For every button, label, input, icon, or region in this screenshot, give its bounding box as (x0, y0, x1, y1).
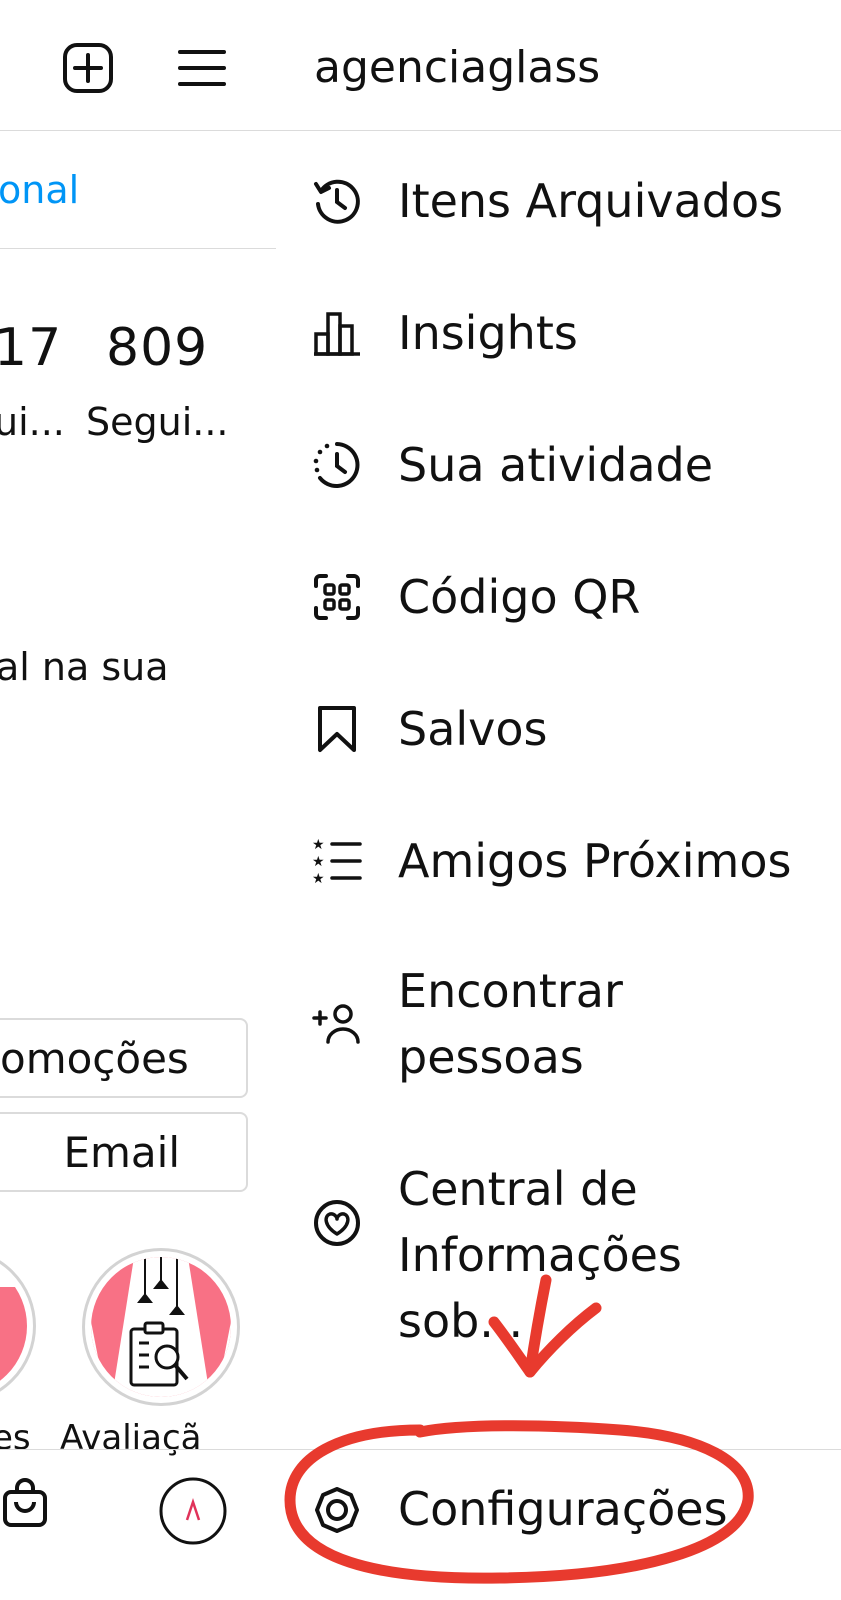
followers-count[interactable]: 17 (0, 318, 62, 378)
menu-item-label: Código QR (398, 570, 641, 624)
menu-item-archive[interactable]: Itens Arquivados (276, 166, 841, 236)
story-highlight-avaliacao[interactable] (82, 1248, 240, 1406)
bookmark-icon (312, 704, 362, 754)
highlight-label: Avaliaçã (60, 1418, 202, 1458)
profile-pane: onal 17 ui... 809 Segui... al na sua omo… (0, 0, 276, 1600)
menu-item-label: Encontrar pessoas (398, 964, 623, 1084)
divider (0, 130, 276, 131)
shopping-bag-icon (3, 1478, 47, 1527)
email-label: Email (63, 1127, 180, 1177)
story-highlight[interactable] (0, 1248, 36, 1404)
evaluation-checklist-icon (91, 1257, 231, 1397)
menu-item-info-center[interactable]: Central de Informações sob... (276, 1156, 841, 1348)
settings-label: Configurações (398, 1482, 728, 1536)
following-label: Segui... (86, 400, 229, 444)
menu-item-label: Sua atividade (398, 438, 714, 492)
followers-label: ui... (0, 400, 65, 444)
menu-item-label: Amigos Próximos (398, 834, 792, 888)
shop-tab[interactable] (2, 1478, 48, 1532)
new-post-button[interactable] (62, 42, 114, 94)
settings-button[interactable]: Configurações (276, 1470, 841, 1550)
svg-text:★: ★ (312, 871, 325, 886)
bottom-nav-divider (0, 1449, 276, 1450)
archive-history-icon (312, 176, 362, 226)
drawer-username: agenciaglass (314, 42, 601, 93)
menu-item-saved[interactable]: Salvos (276, 694, 841, 764)
menu-item-insights[interactable]: Insights (276, 298, 841, 368)
activity-clock-icon (312, 440, 362, 490)
covid-info-heart-icon (312, 1198, 362, 1248)
menu-button[interactable] (178, 48, 226, 88)
promotions-label: omoções (0, 1033, 189, 1083)
svg-text:★: ★ (312, 837, 325, 853)
professional-dashboard-link[interactable]: onal (0, 168, 79, 212)
side-drawer: agenciaglass Itens Arquivados Insights S… (276, 0, 841, 1600)
plus-square-icon (63, 43, 113, 93)
bio-text: al na sua (0, 645, 169, 689)
menu-item-label: Itens Arquivados (398, 174, 784, 228)
profile-tab[interactable] (158, 1476, 228, 1550)
menu-item-label: Insights (398, 306, 578, 360)
close-friends-list-icon: ★ ★ ★ (312, 836, 362, 886)
menu-item-label: Central de Informações sob... (398, 1162, 682, 1348)
drawer-divider (276, 130, 841, 131)
menu-item-activity[interactable]: Sua atividade (276, 430, 841, 500)
add-person-icon (312, 1000, 362, 1050)
profile-avatar-icon (159, 1477, 227, 1545)
bar-chart-icon (312, 308, 362, 358)
menu-item-find-people[interactable]: Encontrar pessoas (276, 958, 841, 1090)
promotions-button[interactable]: omoções (0, 1018, 248, 1098)
divider (0, 248, 276, 249)
hamburger-icon (178, 50, 226, 86)
highlight-label: es (0, 1418, 31, 1458)
menu-item-close-friends[interactable]: ★ ★ ★ Amigos Próximos (276, 826, 841, 896)
qr-code-icon (312, 572, 362, 622)
email-button[interactable]: Email (0, 1112, 248, 1192)
gear-icon (312, 1485, 362, 1535)
following-count[interactable]: 809 (106, 318, 208, 378)
menu-item-qr-code[interactable]: Código QR (276, 562, 841, 632)
menu-item-label: Salvos (398, 702, 548, 756)
svg-text:★: ★ (312, 854, 325, 870)
drawer-bottom-divider (276, 1449, 841, 1450)
